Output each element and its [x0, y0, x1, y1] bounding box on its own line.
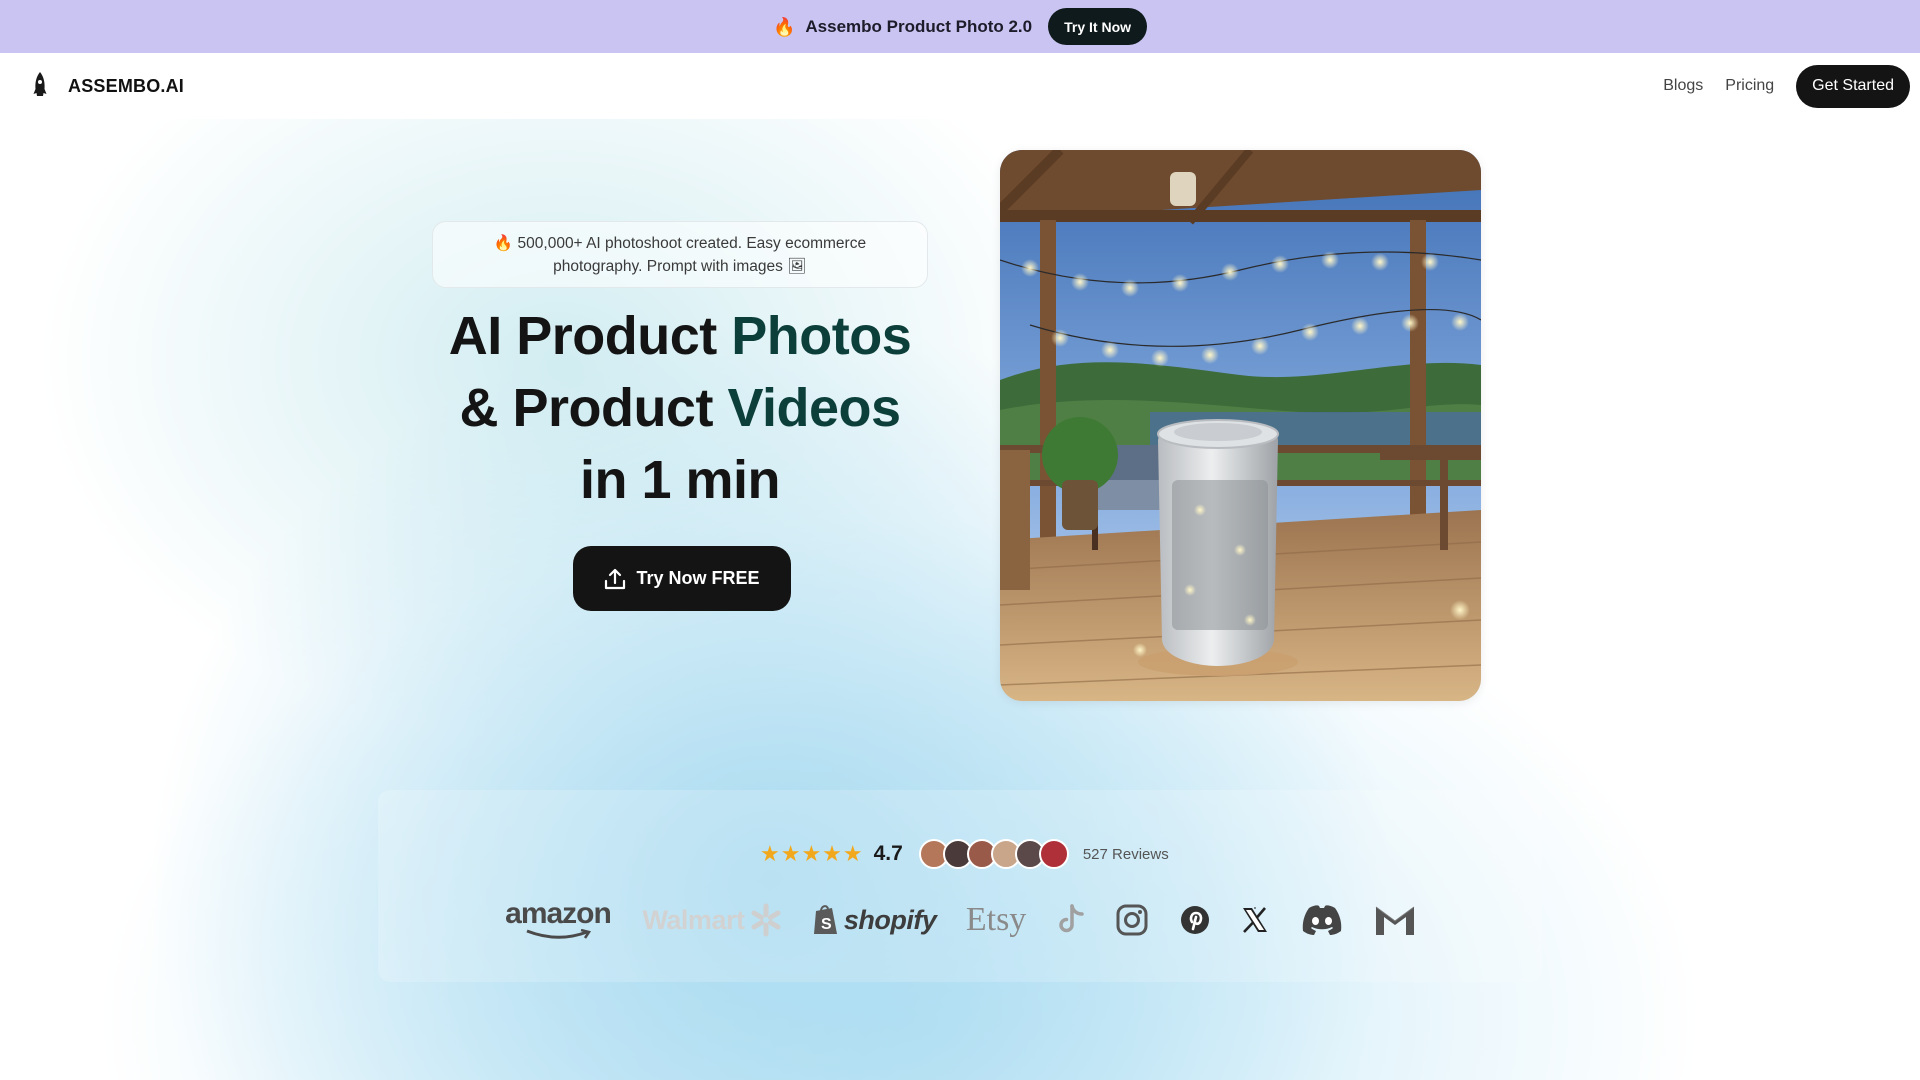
- nav-link-pricing[interactable]: Pricing: [1725, 77, 1774, 95]
- discord-icon: [1300, 903, 1344, 937]
- rating-row: ★★★★★ 4.7 527 Reviews: [760, 836, 1169, 872]
- shopify-bag-icon: S: [813, 905, 837, 934]
- upload-icon: [605, 568, 626, 589]
- tiktok-icon: [1056, 903, 1086, 937]
- rating-value: 4.7: [873, 842, 903, 865]
- reviews-count: 527 Reviews: [1082, 845, 1169, 863]
- tagline-line2: photography. Prompt with images: [553, 257, 783, 275]
- announcement-bar: 🔥 Assembo Product Photo 2.0 Try It Now: [0, 0, 1920, 53]
- shopify-logo: S shopify: [812, 903, 937, 937]
- try-it-now-button[interactable]: Try It Now: [1048, 8, 1148, 45]
- tagline-box: 🔥 500,000+ AI photoshoot created. Easy e…: [432, 221, 928, 288]
- brand-name[interactable]: ASSEMBO.AI: [68, 53, 184, 119]
- social-proof-panel: [378, 790, 1542, 982]
- rocket-icon[interactable]: [30, 71, 50, 101]
- product-scene-illustration: [1000, 150, 1481, 701]
- reviewer-avatars: [918, 839, 1069, 869]
- x-twitter-icon: [1240, 905, 1270, 935]
- walmart-logo: Walmart: [642, 903, 782, 937]
- headline-part3: in 1 min: [579, 450, 781, 510]
- etsy-logo: Etsy: [965, 901, 1027, 938]
- headline-accent-photos: Photos: [731, 306, 912, 366]
- nav-link-blogs[interactable]: Blogs: [1663, 77, 1703, 95]
- headline-part1: AI Product: [448, 306, 732, 366]
- navbar: ASSEMBO.AI Blogs Pricing Get Started: [0, 53, 1920, 119]
- amazon-logo: amazon: [503, 899, 613, 941]
- get-started-button[interactable]: Get Started: [1796, 64, 1910, 108]
- headline-accent-videos: Videos: [727, 378, 901, 438]
- walmart-spark-icon: [751, 903, 781, 937]
- try-now-free-button[interactable]: Try Now FREE: [573, 546, 791, 611]
- instagram-icon: [1115, 903, 1149, 937]
- picture-icon: 🖼: [787, 257, 807, 275]
- product-photo-image: [1000, 150, 1481, 701]
- gmail-icon: [1373, 901, 1417, 939]
- svg-text:S: S: [821, 916, 832, 933]
- headline-part2: & Product: [459, 378, 728, 438]
- partner-logos: amazon Walmart S shopify Etsy: [503, 895, 1417, 945]
- pinterest-icon: [1179, 904, 1211, 936]
- flame-icon: 🔥: [772, 16, 796, 37]
- rating-stars: ★★★★★: [760, 841, 864, 866]
- nav-links: Blogs Pricing Get Started: [1663, 64, 1910, 108]
- try-now-free-label: Try Now FREE: [636, 568, 760, 588]
- hero-headline: AI Product Photos & Product Videos in 1 …: [400, 300, 960, 516]
- announcement-text: Assembo Product Photo 2.0: [805, 16, 1033, 36]
- tagline-line1: 500,000+ AI photoshoot created. Easy eco…: [517, 234, 867, 252]
- flame-icon: 🔥: [493, 234, 514, 252]
- avatar: [1038, 839, 1069, 869]
